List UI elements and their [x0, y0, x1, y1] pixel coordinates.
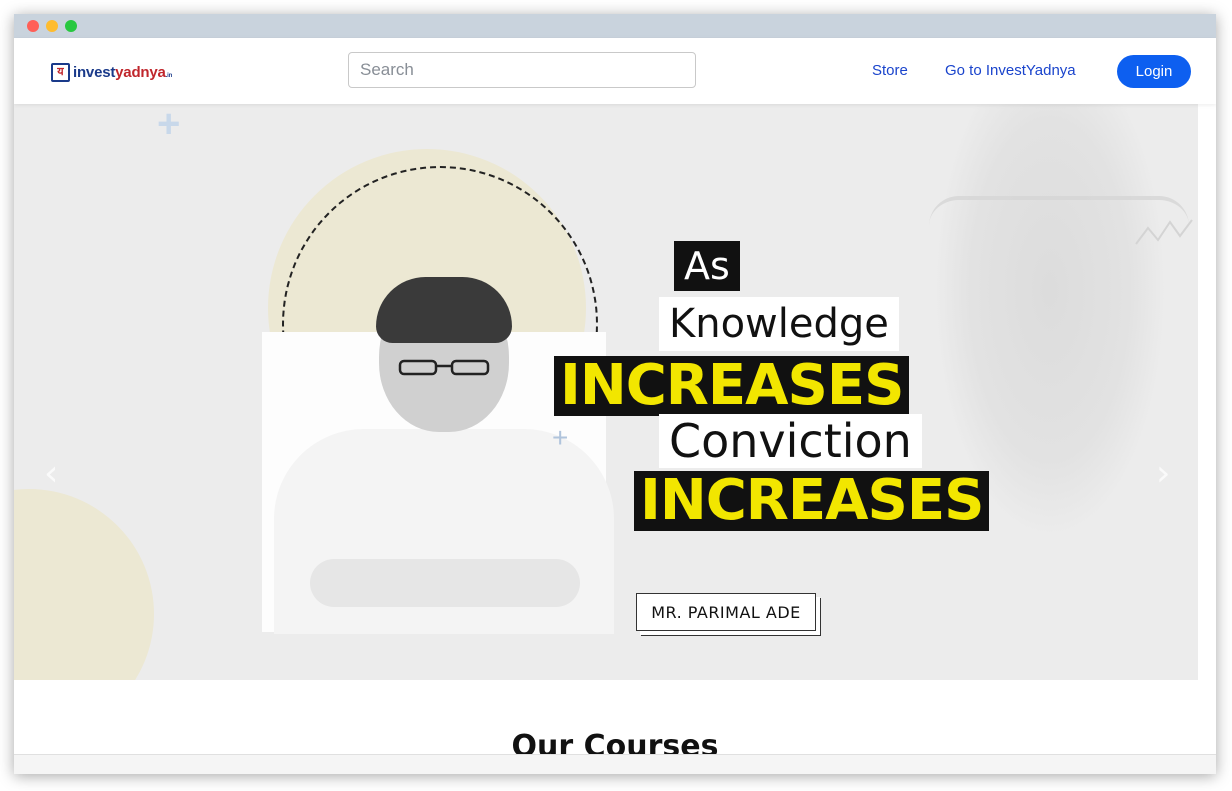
page-scrollbar-gutter: [1198, 104, 1216, 680]
top-navbar: य investyadnya.in Store Go to InvestYadn…: [14, 38, 1216, 104]
search-input[interactable]: [348, 52, 696, 88]
logo-text-accent: yadnya: [115, 63, 166, 81]
nav-link-store[interactable]: Store: [872, 62, 908, 79]
slogan-line-as: As: [674, 241, 740, 291]
carousel-next-arrow-icon[interactable]: ›: [1156, 456, 1170, 492]
logo-suffix: .in: [165, 72, 173, 79]
logo-mark-icon: य: [51, 62, 70, 82]
login-button[interactable]: Login: [1117, 55, 1191, 88]
slogan-line-increases-2: INCREASES: [634, 471, 990, 531]
plus-decoration-icon: +: [157, 104, 181, 146]
background-portrait-image: [874, 104, 1194, 654]
logo-text-main: invest: [73, 63, 116, 81]
portrait-crossed-arms: [310, 559, 580, 607]
courses-section-top: [14, 754, 1216, 774]
speaker-name-tag: MR. PARIMAL ADE: [636, 593, 816, 631]
site-logo[interactable]: य investyadnya.in: [51, 62, 172, 82]
decorative-circle-left: [14, 489, 154, 680]
portrait-hair: [376, 277, 512, 343]
minimize-window-button[interactable]: [46, 20, 58, 32]
portrait-glasses-icon: [398, 359, 490, 376]
hero-carousel: + + As Knowledge INCREASES Conviction IN…: [14, 104, 1198, 680]
slogan-line-knowledge: Knowledge: [659, 297, 899, 351]
close-window-button[interactable]: [27, 20, 39, 32]
maximize-window-button[interactable]: [65, 20, 77, 32]
slogan-line-conviction: Conviction: [659, 414, 922, 468]
nav-link-investyadnya[interactable]: Go to InvestYadnya: [945, 62, 1076, 79]
logo-text: investyadnya.in: [73, 64, 172, 81]
window-titlebar: [14, 14, 1216, 38]
slogan-line-increases-1: INCREASES: [554, 356, 910, 416]
small-plus-decoration-icon: +: [552, 422, 569, 453]
carousel-prev-arrow-icon[interactable]: ‹: [44, 456, 58, 492]
zigzag-decoration-icon: [1135, 219, 1193, 245]
browser-window: य investyadnya.in Store Go to InvestYadn…: [14, 14, 1216, 774]
